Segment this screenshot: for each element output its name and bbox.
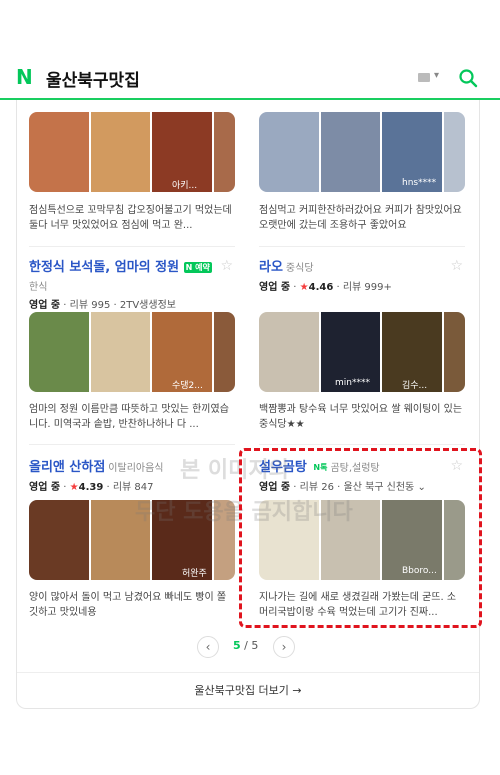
place-meta: 영업 중 · ★4.46 · 리뷰 999+: [259, 282, 392, 293]
review-snippet[interactable]: 엄마의 정원 이름만큼 따뜻하고 맛있는 한끼였습니다. 미역국과 솥밥, 반찬…: [29, 402, 233, 432]
place-category: 한식: [29, 282, 48, 293]
reviewer-name: 아키...: [172, 181, 198, 191]
prev-page-button[interactable]: ‹: [197, 636, 219, 658]
naver-logo[interactable]: N: [16, 67, 34, 87]
divider: [29, 444, 235, 445]
place-title[interactable]: 라오: [259, 260, 283, 275]
reviewer-name: min****: [335, 378, 370, 388]
review-snippet[interactable]: 점심먹고 커피한잔하러갔어요 커피가 참맛있어요 오랫만에 갔는데 조용하구 좋…: [259, 203, 463, 233]
review-snippet[interactable]: 백짬뽕과 탕수육 너무 맛있어요 쌀 웨이팅이 있는 중식당★★: [259, 402, 463, 432]
search-header: N 울산북구맛집 ▾: [0, 0, 500, 100]
reviewer-name: 김수...: [402, 381, 428, 391]
place-item[interactable]: 라오 중식당 영업 중 · ★4.46 · 리뷰 999+ ☆: [259, 256, 463, 293]
place-title[interactable]: 한정식 보석돌, 엄마의 정원: [29, 260, 179, 275]
place-title[interactable]: 올리앤 산하점: [29, 460, 105, 475]
reviewer-name: 허완주: [182, 569, 207, 579]
next-page-button[interactable]: ›: [273, 636, 295, 658]
reviewer-name: hns****: [402, 178, 437, 188]
photo-strip[interactable]: [29, 112, 235, 192]
divider: [29, 246, 235, 247]
more-results-link[interactable]: 울산북구맛집 더보기 →: [17, 672, 479, 709]
divider: [259, 246, 465, 247]
save-star-icon[interactable]: ☆: [450, 258, 463, 274]
reviewer-name: 수댕2...: [172, 381, 203, 391]
place-meta: 영업 중 · 리뷰 995 · 2TV생생정보: [29, 300, 176, 311]
review-snippet[interactable]: 양이 많아서 돌이 먹고 남겼어요 빠네도 빵이 쫄깃하고 맛있네용: [29, 590, 233, 620]
photo-strip[interactable]: [29, 312, 235, 392]
place-item[interactable]: 한정식 보석돌, 엄마의 정원 N 예약 한식 영업 중 · 리뷰 995 · …: [29, 256, 233, 311]
highlight-box: [239, 448, 482, 628]
place-category: 중식당: [285, 263, 314, 274]
search-icon[interactable]: [458, 68, 478, 88]
save-star-icon[interactable]: ☆: [220, 258, 233, 274]
keyboard-icon[interactable]: [418, 73, 430, 82]
reservation-badge: N 예약: [183, 262, 212, 273]
divider: [259, 444, 465, 445]
search-query[interactable]: 울산북구맛집: [46, 66, 140, 91]
place-category: 이탈리아음식: [108, 463, 164, 474]
page-indicator: 5 / 5: [233, 639, 259, 652]
chevron-down-icon[interactable]: ▾: [434, 70, 439, 81]
review-snippet[interactable]: 점심특선으로 꼬막무침 갑오징어불고기 먹었는데 둘다 너무 맛있었어요 점심에…: [29, 203, 233, 233]
